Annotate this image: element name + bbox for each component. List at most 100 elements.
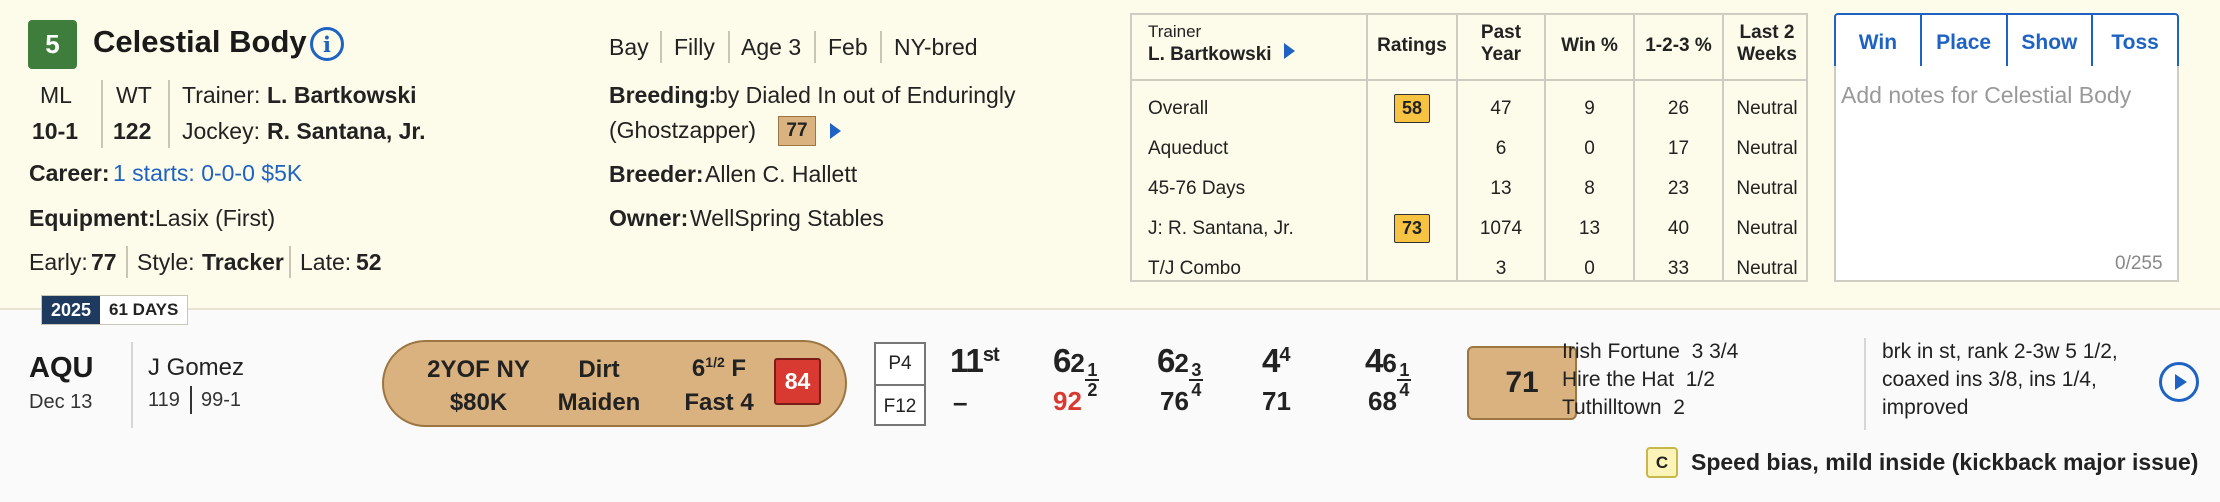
last2-cell: Neutral — [1736, 98, 1798, 119]
divider — [126, 246, 128, 278]
career-link[interactable]: 1 starts: 0-0-0 $5K — [113, 160, 302, 187]
header-past-year: Past Year — [1458, 22, 1544, 66]
call-fraction: 14 — [1396, 361, 1411, 400]
header-last-2-weeks: Last 2 Weeks — [1724, 22, 1810, 66]
divider — [660, 31, 662, 63]
breeding-line2: (Ghostzapper) — [609, 117, 757, 143]
finisher-2: Hire the Hat 1/2 — [1562, 368, 1715, 392]
place-button[interactable]: Place — [1922, 15, 2008, 71]
frac-num: 3 — [1191, 360, 1201, 380]
frac-den: 4 — [1399, 380, 1409, 400]
past-jockey: J Gomez — [148, 354, 245, 381]
trainer-expand-icon[interactable] — [1284, 43, 1295, 59]
start-call: 11st — [950, 342, 1000, 380]
trainer-stats-table: Trainer L. Bartkowski Ratings Past Year … — [1130, 13, 1808, 282]
past-year-cell: 3 — [1495, 258, 1507, 279]
call-lengths: 6 — [1382, 348, 1397, 378]
distance-unit: F — [731, 355, 747, 382]
call-figure: 68 — [1368, 386, 1397, 416]
wt-label: WT — [116, 82, 152, 108]
divider — [131, 342, 133, 428]
ml-label: ML — [40, 82, 72, 108]
finisher-name: Hire the Hat — [1562, 368, 1675, 391]
post-position: P4 — [876, 344, 924, 386]
divider — [289, 246, 291, 278]
itm-cell: 23 — [1667, 178, 1690, 199]
early-label: Early: — [29, 249, 88, 275]
color: Bay — [609, 34, 649, 60]
past-odds: 99-1 — [201, 389, 242, 411]
expand-arrow-icon[interactable] — [830, 123, 841, 139]
breeding-label: Breeding: — [609, 82, 717, 108]
header-win-pct: Win % — [1561, 35, 1618, 56]
last2-cell: Neutral — [1736, 138, 1798, 159]
call-3: 44 — [1262, 342, 1290, 380]
itm-cell: 40 — [1667, 218, 1690, 239]
frac-num: 1 — [1087, 360, 1097, 380]
row-label: J: R. Santana, Jr. — [1148, 218, 1294, 239]
distance-whole: 6 — [691, 355, 706, 382]
race-purse: $80K — [449, 389, 508, 416]
finisher-margin: 1/2 — [1685, 368, 1715, 391]
toss-button[interactable]: Toss — [2093, 15, 2177, 71]
post-field-box: P4 F12 — [874, 342, 926, 426]
past-year-cell: 1074 — [1479, 218, 1523, 239]
distance-den: 2 — [716, 354, 725, 370]
final-figure-box: 71 — [1467, 346, 1577, 420]
show-button[interactable]: Show — [2008, 15, 2094, 71]
sex: Filly — [674, 34, 715, 60]
last2-cell: Neutral — [1736, 258, 1798, 279]
owner-label: Owner: — [609, 205, 689, 231]
breeding-line1: by Dialed In out of Enduringly — [715, 82, 1016, 108]
call-lengths: 2 — [1070, 348, 1085, 378]
field-size: F12 — [883, 396, 917, 417]
finisher-name: Tuthilltown — [1562, 396, 1662, 419]
last2-cell: Neutral — [1736, 178, 1798, 199]
start-figure: – — [953, 387, 968, 417]
call-fraction: 12 — [1084, 360, 1099, 399]
call-lengths: 2 — [1174, 348, 1189, 378]
play-replay-button[interactable] — [2159, 362, 2199, 402]
late-value: 52 — [356, 249, 382, 275]
trainer-name[interactable]: L. Bartkowski — [267, 82, 417, 109]
header-past-year-text: Past Year — [1480, 22, 1522, 65]
ml-value: 10-1 — [32, 118, 79, 144]
row-label: Aqueduct — [1148, 138, 1229, 159]
call-position: 4 — [1262, 342, 1280, 379]
track-condition: Fast 4 — [684, 389, 754, 416]
breeder-label: Breeder: — [609, 161, 704, 187]
win-button[interactable]: Win — [1836, 15, 1922, 71]
race-type: Maiden — [557, 389, 641, 416]
race-surface: Dirt — [578, 356, 620, 383]
equipment-label: Equipment: — [29, 205, 156, 231]
divider — [880, 31, 882, 63]
itm-cell: 17 — [1667, 138, 1690, 159]
trip-comment-line: improved — [1882, 396, 1969, 419]
sire-rating-chip: 77 — [778, 116, 816, 146]
horse-name: Celestial Body — [93, 24, 307, 59]
call-figure: 71 — [1262, 386, 1291, 416]
past-weight: 119 — [148, 389, 180, 411]
past-year-cell: 47 — [1490, 98, 1512, 119]
header-ratings: Ratings — [1377, 35, 1447, 56]
early-value: 77 — [91, 249, 117, 275]
race-date: Dec 13 — [29, 391, 93, 413]
trainer-head-name[interactable]: L. Bartkowski — [1148, 44, 1272, 66]
track-bias-note: Speed bias, mild inside (kickback major … — [1691, 449, 2199, 475]
finisher-3: Tuthilltown 2 — [1562, 396, 1685, 420]
trainer-label: Trainer: — [182, 82, 261, 108]
row-label: 45-76 Days — [1148, 178, 1246, 199]
win-cell: 13 — [1578, 218, 1601, 239]
jockey-name[interactable]: R. Santana, Jr. — [267, 118, 426, 145]
row-label: T/J Combo — [1148, 258, 1241, 279]
header-itm-pct: 1-2-3 % — [1645, 35, 1712, 56]
info-icon[interactable]: i — [310, 27, 344, 61]
owner-value: WellSpring Stables — [690, 205, 884, 231]
call-fraction: 34 — [1188, 360, 1203, 399]
equipment-value: Lasix (First) — [155, 205, 276, 231]
call-position: 6 — [1157, 342, 1175, 379]
foaling-month: Feb — [828, 34, 868, 60]
style-value: Tracker — [202, 249, 284, 275]
finisher-margin: 2 — [1673, 396, 1685, 419]
distance-num: 1 — [705, 354, 714, 370]
